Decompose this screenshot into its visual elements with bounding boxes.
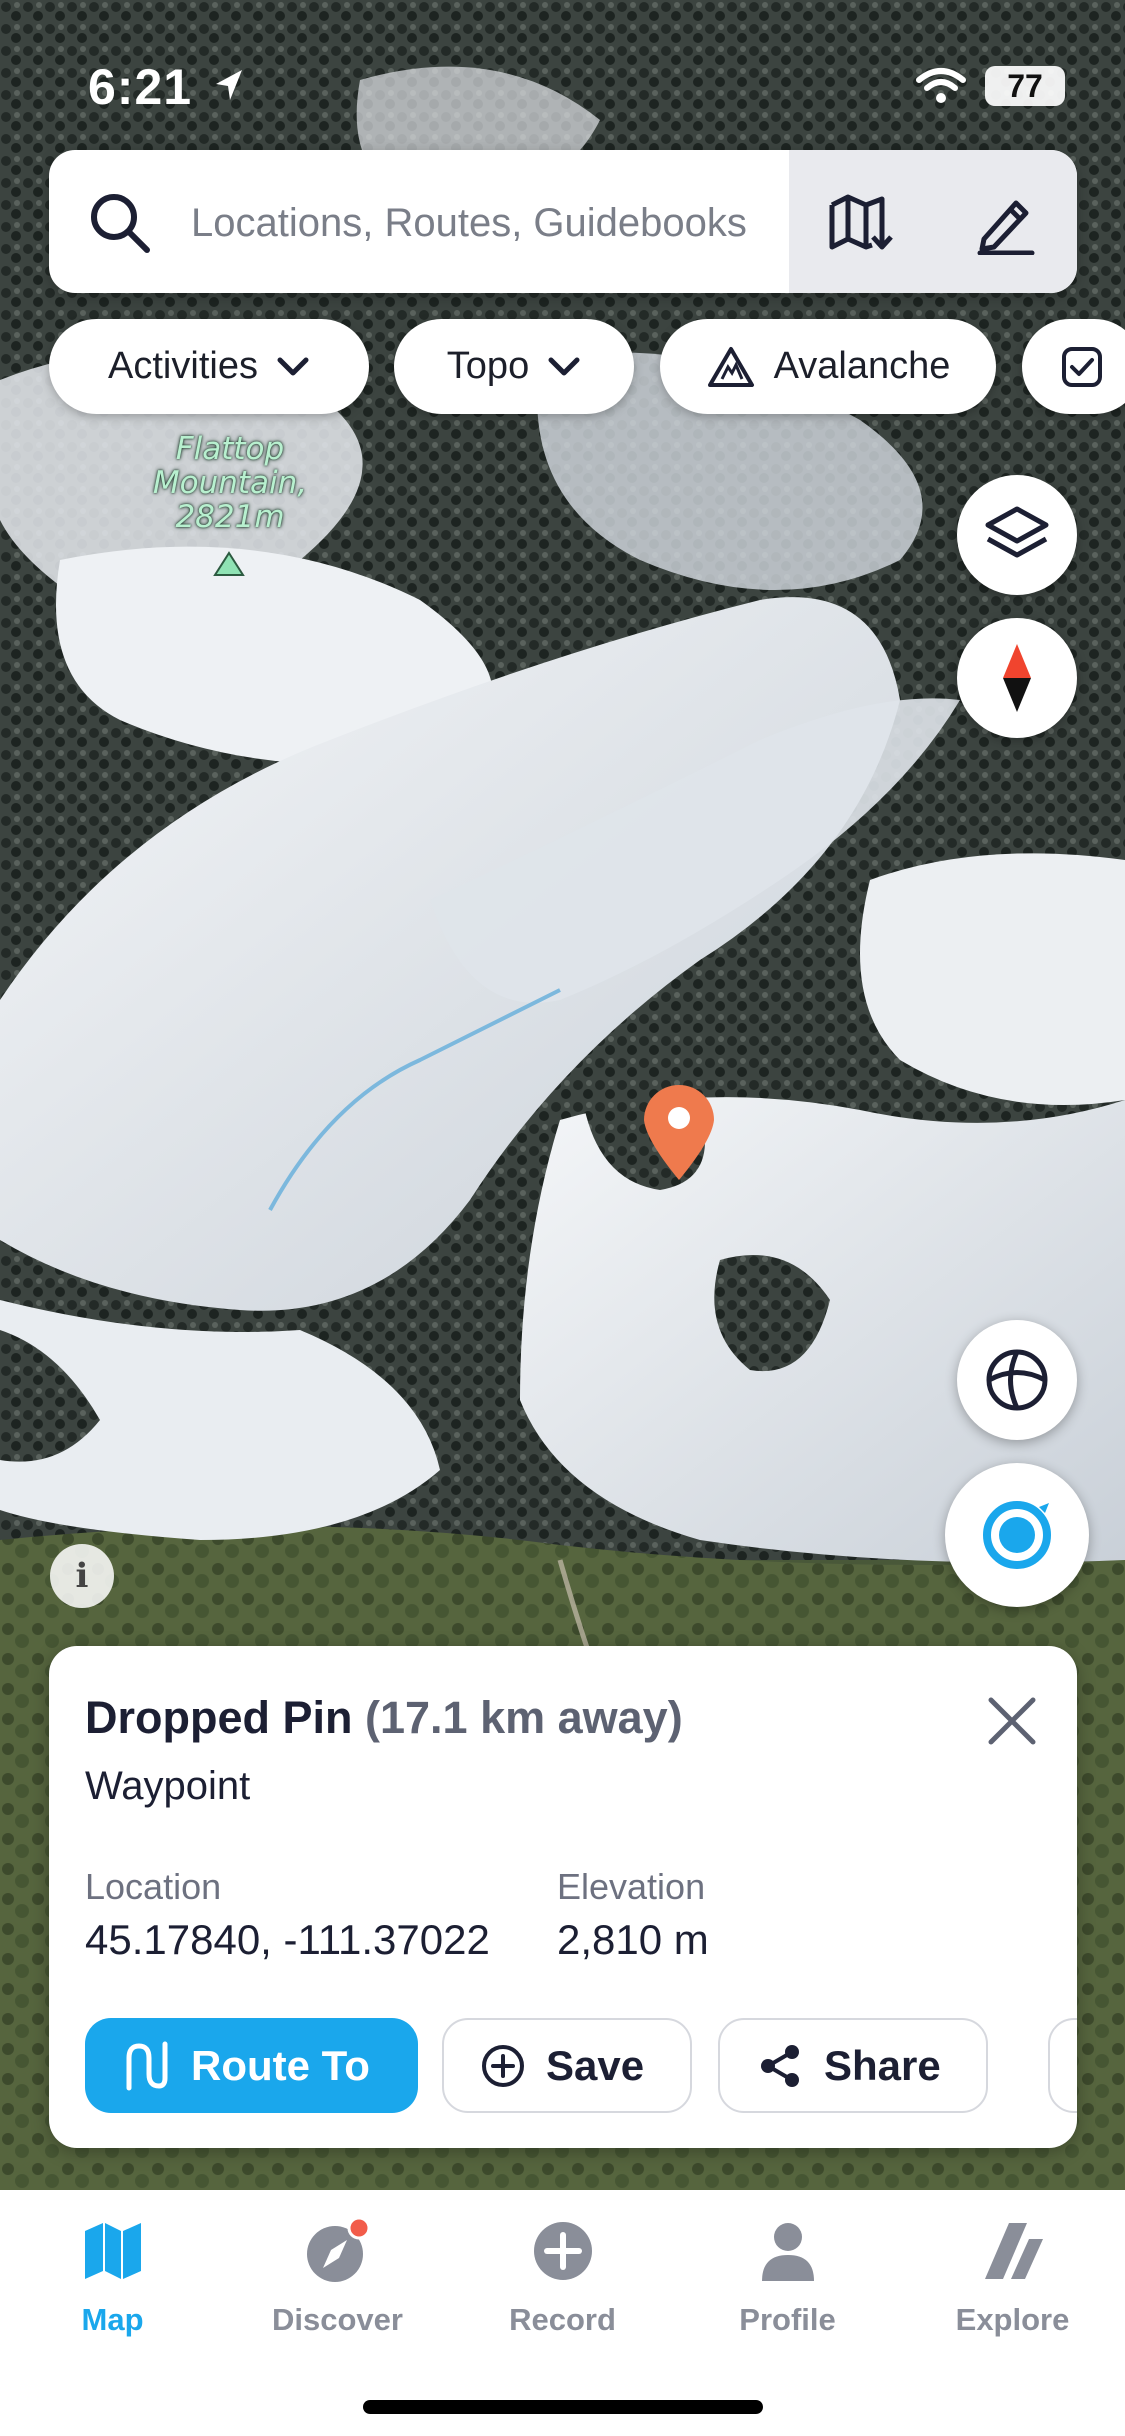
tab-map[interactable]: Map: [0, 2210, 225, 2360]
tab-label: Explore: [955, 2302, 1070, 2337]
chip-label: Avalanche: [773, 345, 951, 387]
profile-icon: [761, 2223, 814, 2281]
filter-avalanche-chip[interactable]: Avalanche: [660, 319, 996, 414]
globe-icon: [986, 1349, 1048, 1411]
search-input[interactable]: [189, 184, 833, 262]
tab-record[interactable]: Record: [450, 2210, 675, 2360]
save-label: Save: [546, 2041, 645, 2089]
elevation-label: Elevation: [557, 1866, 706, 1907]
layers-icon: [985, 506, 1049, 558]
pin-distance: (17.1 km away): [365, 1692, 683, 1743]
tab-label: Discover: [272, 2302, 403, 2337]
tab-label: Record: [509, 2302, 616, 2337]
close-button[interactable]: [977, 1686, 1047, 1756]
pin-type: Waypoint: [85, 1764, 251, 1808]
close-icon: [988, 1697, 1036, 1745]
tab-explore[interactable]: Explore: [900, 2210, 1125, 2360]
route-to-button[interactable]: Route To: [85, 2018, 418, 2113]
elevation-value: 2,810 m: [557, 1916, 709, 1963]
filter-chips: Activities Topo Avalanche: [49, 319, 1125, 414]
locate-me-button[interactable]: [945, 1463, 1089, 1607]
card-actions: Route To Save Share: [85, 2018, 1077, 2113]
discover-compass-icon: [306, 2216, 370, 2282]
chip-label: Topo: [446, 345, 530, 387]
tab-profile[interactable]: Profile: [675, 2210, 900, 2360]
search-actions: [789, 150, 1077, 293]
compass-icon: [1003, 644, 1031, 712]
chip-label: Activities: [108, 345, 258, 387]
search-icon: [91, 194, 150, 253]
share-button[interactable]: Share: [718, 2018, 988, 2113]
record-plus-icon: [533, 2222, 592, 2280]
layers-button[interactable]: [957, 475, 1077, 595]
filter-activities-chip[interactable]: Activities: [49, 319, 369, 414]
globe-button[interactable]: [957, 1320, 1077, 1440]
pin-title: Dropped Pin: [85, 1692, 353, 1743]
peak-label-line: Mountain,: [152, 465, 308, 501]
checkbox-icon: [1062, 346, 1102, 387]
peak-label-line: Flattop: [175, 431, 285, 467]
chevron-down-icon: [277, 357, 309, 375]
chevron-down-icon: [548, 357, 580, 375]
location-arrow-icon: [216, 70, 242, 100]
card-title: Dropped Pin (17.1 km away): [85, 1692, 683, 1744]
battery-indicator: 77: [985, 66, 1065, 106]
wifi-icon: [916, 68, 966, 103]
share-label: Share: [824, 2041, 941, 2089]
location-label: Location: [85, 1866, 222, 1907]
dropped-pin-card: Dropped Pin (17.1 km away) Waypoint Loca…: [49, 1646, 1077, 2148]
peak-label-line: 2821m: [175, 499, 285, 535]
dropped-pin-marker[interactable]: [638, 1080, 720, 1184]
home-indicator: [363, 2400, 763, 2414]
filter-checklist-chip[interactable]: [1022, 319, 1125, 414]
tab-label: Map: [81, 2302, 144, 2337]
location-value: 45.17840, -111.37022: [85, 1916, 490, 1963]
more-actions-button[interactable]: [1048, 2018, 1077, 2113]
explore-icon: [984, 2223, 1043, 2279]
peak-triangle-icon: [213, 551, 245, 576]
locate-icon: [983, 1501, 1051, 1569]
share-icon: [761, 2044, 799, 2087]
compass-button[interactable]: [957, 618, 1077, 738]
plus-circle-icon: [482, 2044, 524, 2087]
filter-topo-chip[interactable]: Topo: [394, 319, 634, 414]
peak-label: Flattop Mountain, 2821m: [130, 432, 330, 534]
search-bar[interactable]: [49, 150, 1077, 293]
draw-route-button[interactable]: [933, 150, 1077, 293]
offline-maps-button[interactable]: [789, 150, 933, 293]
save-button[interactable]: Save: [442, 2018, 692, 2113]
avalanche-warning-icon: [707, 346, 754, 387]
tab-discover[interactable]: Discover: [225, 2210, 450, 2360]
route-icon: [126, 2041, 168, 2090]
map-download-icon: [829, 194, 893, 249]
map-icon: [84, 2223, 141, 2279]
pencil-icon: [977, 200, 1035, 255]
status-bar: 6:21 77: [0, 0, 1125, 140]
status-time: 6:21: [88, 59, 193, 115]
tab-label: Profile: [739, 2302, 836, 2337]
route-to-label: Route To: [191, 2041, 370, 2089]
map-info-button[interactable]: i: [50, 1544, 114, 1608]
